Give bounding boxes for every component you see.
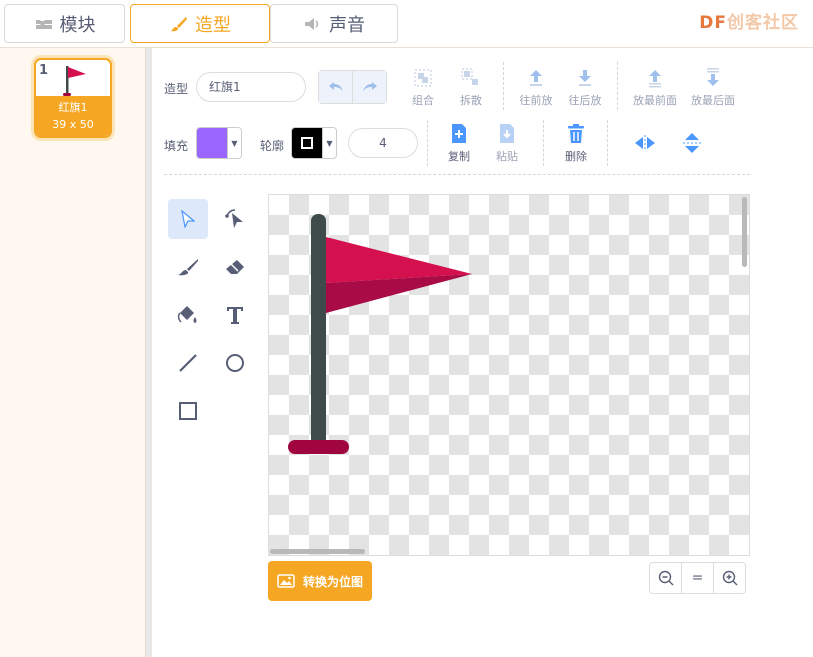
tab-label: 模块 <box>59 14 96 36</box>
costume-info: 红旗1 39 x 50 <box>36 96 110 136</box>
outline-label: 轮廓 <box>260 139 285 153</box>
trash-icon <box>568 124 584 143</box>
watermark-logo: DF创客社区 <box>699 13 799 33</box>
backward-button[interactable]: 往后放 <box>560 66 610 108</box>
brush-tool[interactable] <box>168 247 208 287</box>
zoom-reset-button[interactable]: = <box>681 563 713 593</box>
zoom-out-button[interactable] <box>650 563 681 593</box>
caret-down-icon: ▼ <box>322 128 336 158</box>
group-button[interactable]: 组合 <box>398 66 448 108</box>
reshape-tool[interactable] <box>215 199 255 239</box>
redo-button[interactable] <box>353 71 386 103</box>
flip-vertical-icon <box>683 133 701 153</box>
paint-canvas[interactable] <box>268 194 750 556</box>
delete-button[interactable]: 删除 <box>551 122 601 164</box>
forward-button[interactable]: 往前放 <box>511 66 561 108</box>
panel-divider <box>146 48 152 657</box>
circle-tool[interactable] <box>215 343 255 383</box>
zoom-controls: = <box>649 562 746 594</box>
ungroup-button[interactable]: 拆散 <box>446 66 496 108</box>
zoom-out-icon <box>658 570 673 586</box>
brush-icon <box>178 259 198 276</box>
tab-bar: 模块 造型 声音 DF创客社区 <box>0 0 813 48</box>
flag-base <box>288 440 349 454</box>
undo-icon <box>328 82 343 92</box>
fill-swatch <box>197 128 227 158</box>
undo-button[interactable] <box>319 71 353 103</box>
outline-color-picker[interactable]: ▼ <box>291 127 337 159</box>
tab-label: 声音 <box>329 14 365 36</box>
outline-swatch <box>292 128 322 158</box>
costume-item[interactable]: 1 红旗1 39 x 50 <box>34 58 112 138</box>
costume-number: 1 <box>39 63 49 78</box>
flip-horizontal-button[interactable] <box>625 123 665 163</box>
fill-label: 填充 <box>164 139 189 153</box>
front-button[interactable]: 放最前面 <box>625 66 685 108</box>
flag-costume-drawing[interactable] <box>269 195 750 556</box>
flip-vertical-button[interactable] <box>672 123 712 163</box>
paste-button[interactable]: 粘贴 <box>482 122 532 164</box>
arrow-up-icon <box>530 70 542 86</box>
blocks-icon <box>34 16 54 32</box>
eraser-icon <box>226 260 244 274</box>
back-button[interactable]: 放最后面 <box>683 66 743 108</box>
flip-horizontal-icon <box>635 135 655 151</box>
redo-icon <box>362 82 377 92</box>
tab-blocks[interactable]: 模块 <box>4 4 125 43</box>
tab-sounds[interactable]: 声音 <box>270 4 398 43</box>
tab-costumes[interactable]: 造型 <box>130 4 270 43</box>
eraser-tool[interactable] <box>215 247 255 287</box>
fill-color-picker[interactable]: ▼ <box>196 127 242 159</box>
send-to-back-icon <box>707 68 719 86</box>
tab-label: 造型 <box>195 14 231 36</box>
paint-bucket-icon <box>177 306 197 323</box>
select-arrow-icon <box>181 210 195 228</box>
line-tool[interactable] <box>168 343 208 383</box>
toolbar-divider <box>164 174 750 175</box>
fill-tool[interactable] <box>168 295 208 335</box>
paste-icon <box>500 124 514 143</box>
reshape-icon <box>225 209 243 228</box>
costume-name-input[interactable]: 红旗1 <box>196 72 306 102</box>
group-icon <box>414 69 432 87</box>
line-icon <box>179 354 197 372</box>
horizontal-scrollbar[interactable] <box>270 549 365 554</box>
arrow-down-icon <box>579 70 591 86</box>
rectangle-tool[interactable] <box>168 391 208 431</box>
ungroup-icon <box>461 68 478 85</box>
costume-name: 红旗1 <box>58 101 88 114</box>
select-tool[interactable] <box>168 199 208 239</box>
vertical-scrollbar[interactable] <box>742 197 747 267</box>
convert-to-bitmap-button[interactable]: 转换为位图 <box>268 561 372 601</box>
bring-to-front-icon <box>649 70 661 88</box>
copy-icon <box>452 124 466 143</box>
text-icon <box>227 307 243 324</box>
speaker-icon <box>303 16 323 32</box>
brush-icon <box>169 16 189 32</box>
zoom-in-icon <box>722 570 737 586</box>
zoom-in-button[interactable] <box>713 563 745 593</box>
undo-redo-group <box>318 70 387 104</box>
outline-width-input[interactable]: 4 <box>348 128 418 158</box>
copy-button[interactable]: 复制 <box>434 122 484 164</box>
text-tool[interactable] <box>215 295 255 335</box>
circle-icon <box>226 354 244 372</box>
rectangle-icon <box>179 402 197 420</box>
costume-list <box>0 48 146 657</box>
costume-size: 39 x 50 <box>52 118 94 131</box>
image-icon <box>277 574 295 588</box>
caret-down-icon: ▼ <box>227 128 241 158</box>
flag-pole <box>311 214 326 450</box>
costume-label: 造型 <box>164 82 189 96</box>
